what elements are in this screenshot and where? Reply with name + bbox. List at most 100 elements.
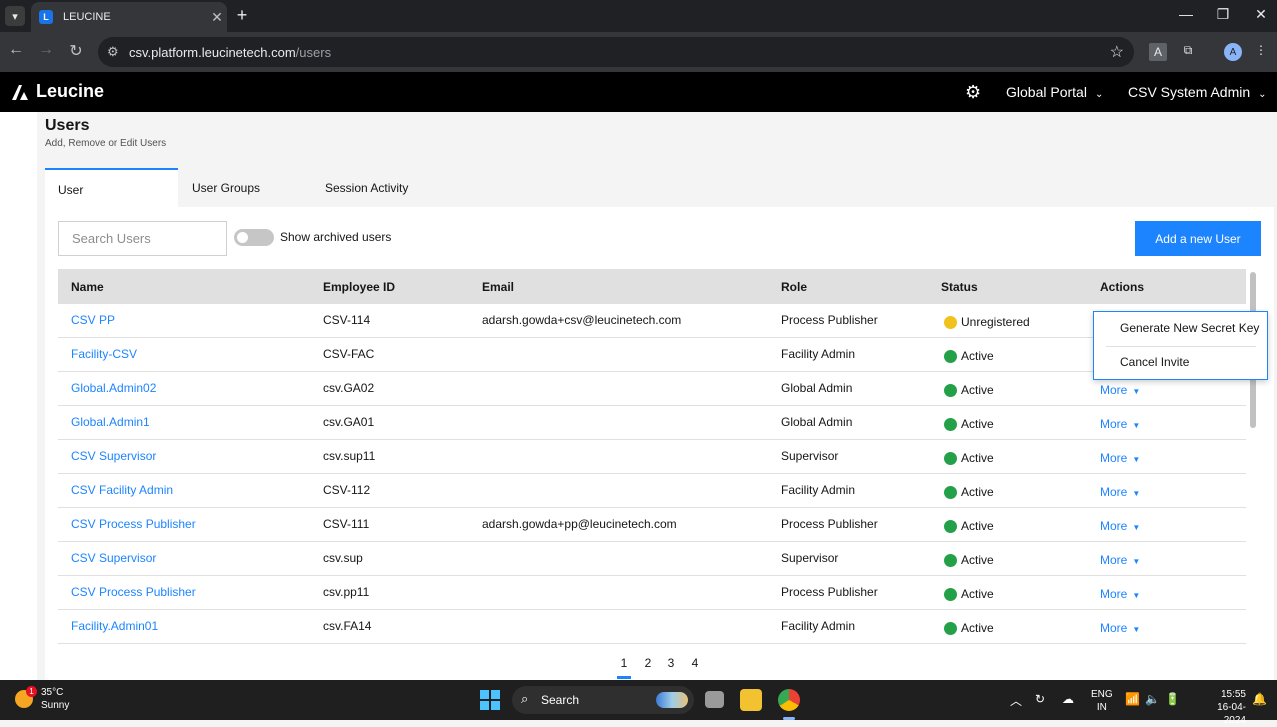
leucine-logo[interactable]: Leucine [10, 81, 104, 102]
onedrive-cloud-icon[interactable]: ☁ [1062, 692, 1074, 706]
page-4-button[interactable]: 4 [688, 656, 702, 670]
profile-avatar[interactable]: A [1224, 43, 1242, 61]
minimize-icon[interactable]: — [1171, 6, 1201, 22]
wifi-icon[interactable]: 📶 [1125, 692, 1140, 706]
show-archived-label: Show archived users [280, 230, 392, 244]
browser-menu-icon[interactable]: ⋮ [1252, 43, 1270, 61]
role: Supervisor [781, 551, 839, 565]
status-text: Active [961, 485, 994, 499]
bookmark-star-icon[interactable]: ☆ [1110, 42, 1124, 62]
page-title: Users [45, 117, 90, 134]
page-3-button[interactable]: 3 [664, 656, 678, 670]
restore-icon[interactable]: ❐ [1208, 6, 1238, 23]
user-name-link[interactable]: CSV Supervisor [71, 449, 156, 463]
table-row: Facility.Admin01 csv.FA14 Facility Admin… [58, 610, 1246, 644]
weather-widget[interactable]: 1 35°C Sunny [15, 686, 69, 712]
tab-user-groups[interactable]: User Groups [192, 168, 260, 207]
taskbar-search[interactable]: ⌕ Search [512, 686, 694, 714]
settings-gear-icon[interactable]: ⚙ [965, 82, 981, 103]
role: Supervisor [781, 449, 839, 463]
chrome-icon[interactable] [778, 689, 800, 711]
browser-tab[interactable]: L LEUCINE ✕ [31, 2, 227, 32]
more-actions-button[interactable]: More ▼ [1100, 587, 1140, 601]
notification-bell-icon[interactable]: 🔔 [1252, 692, 1267, 706]
caret-down-icon: ▼ [1132, 387, 1141, 396]
volume-icon[interactable]: 🔈 [1145, 692, 1160, 706]
battery-icon[interactable]: 🔋 [1165, 692, 1180, 706]
user-name-link[interactable]: CSV Facility Admin [71, 483, 173, 497]
column-header-status[interactable]: Status [941, 280, 978, 294]
column-header-name[interactable]: Name [71, 280, 104, 294]
role: Process Publisher [781, 517, 878, 531]
user-name-link[interactable]: CSV Process Publisher [71, 517, 196, 531]
status-dot-icon [944, 349, 957, 363]
new-tab-icon[interactable]: + [232, 5, 252, 26]
logo-text: Leucine [36, 81, 105, 101]
more-actions-button[interactable]: More ▼ [1100, 621, 1140, 635]
user-account-dropdown[interactable]: CSV System Admin ⌄ [1128, 84, 1267, 100]
status-text: Active [961, 383, 994, 397]
more-actions-button[interactable]: More ▼ [1100, 553, 1140, 567]
table-row: CSV Supervisor csv.sup Supervisor Active… [58, 542, 1246, 576]
cancel-invite-menu-item[interactable]: Cancel Invite [1120, 355, 1189, 369]
role: Global Admin [781, 415, 853, 429]
user-name-link[interactable]: Global.Admin1 [71, 415, 150, 429]
site-settings-icon[interactable]: ⚙ [107, 44, 119, 60]
status-badge: Active [944, 553, 994, 567]
status-text: Active [961, 451, 994, 465]
caret-down-icon: ▼ [1132, 591, 1141, 600]
user-name-link[interactable]: CSV Supervisor [71, 551, 156, 565]
tab-search-chevron-icon[interactable]: ▾ [5, 6, 25, 26]
generate-secret-key-menu-item[interactable]: Generate New Secret Key [1120, 321, 1259, 335]
column-header-employee-id[interactable]: Employee ID [323, 280, 395, 294]
browser-tab-bar: ▾ L LEUCINE ✕ + — ❐ ✕ [0, 0, 1277, 32]
user-name-link[interactable]: Global.Admin02 [71, 381, 156, 395]
tray-overflow-chevron-icon[interactable]: ︿ [1010, 692, 1022, 709]
windows-start-icon[interactable] [480, 690, 500, 710]
status-dot-icon [944, 519, 957, 533]
page-2-button[interactable]: 2 [641, 656, 655, 670]
sync-icon[interactable]: ↻ [1035, 692, 1045, 706]
sun-icon: 1 [15, 686, 37, 708]
user-name-link[interactable]: Facility.Admin01 [71, 619, 158, 633]
user-name-link[interactable]: CSV Process Publisher [71, 585, 196, 599]
status-dot-icon [944, 417, 957, 431]
column-header-role[interactable]: Role [781, 280, 807, 294]
user-name-link[interactable]: Facility-CSV [71, 347, 137, 361]
tab-user[interactable]: User [45, 168, 178, 207]
status-badge: Active [944, 587, 994, 601]
address-bar[interactable]: ⚙ csv.platform.leucinetech.com/users ☆ [98, 37, 1134, 67]
extensions-puzzle-icon[interactable]: ⧉ [1179, 43, 1197, 61]
actions-dropdown-menu: Generate New Secret Key Cancel Invite [1093, 311, 1268, 380]
app-header: Leucine ⚙ Global Portal ⌄ CSV System Admi… [0, 72, 1277, 112]
show-archived-toggle[interactable] [234, 229, 274, 246]
system-clock[interactable]: 15:55 16-04-2024 [1210, 688, 1246, 727]
more-actions-button[interactable]: More ▼ [1100, 417, 1140, 431]
portal-dropdown[interactable]: Global Portal ⌄ [1006, 84, 1103, 100]
column-header-email[interactable]: Email [482, 280, 514, 294]
user-name-link[interactable]: CSV PP [71, 313, 115, 327]
more-actions-button[interactable]: More ▼ [1100, 383, 1140, 397]
tab-session-activity[interactable]: Session Activity [325, 168, 408, 207]
reload-icon[interactable]: ↻ [65, 41, 87, 61]
chevron-down-icon: ⌄ [1258, 89, 1267, 100]
back-icon[interactable]: ← [5, 41, 27, 59]
more-actions-button[interactable]: More ▼ [1100, 451, 1140, 465]
caret-down-icon: ▼ [1132, 557, 1141, 566]
status-text: Active [961, 621, 994, 635]
more-actions-button[interactable]: More ▼ [1100, 485, 1140, 499]
forward-icon[interactable]: → [35, 41, 57, 59]
language-indicator[interactable]: ENG IN [1091, 688, 1113, 714]
task-view-icon[interactable] [705, 691, 724, 708]
status-text: Active [961, 519, 994, 533]
close-window-icon[interactable]: ✕ [1246, 6, 1276, 23]
more-actions-button[interactable]: More ▼ [1100, 519, 1140, 533]
search-users-input[interactable]: Search Users [58, 221, 227, 256]
file-explorer-icon[interactable] [740, 689, 762, 711]
add-new-user-button[interactable]: Add a new User [1135, 221, 1261, 256]
page-1-button[interactable]: 1 [617, 656, 631, 679]
clock-time: 15:55 [1220, 689, 1246, 700]
close-tab-icon[interactable]: ✕ [207, 9, 227, 26]
translate-extension-icon[interactable]: A [1149, 43, 1167, 61]
search-icon: ⌕ [521, 691, 529, 706]
